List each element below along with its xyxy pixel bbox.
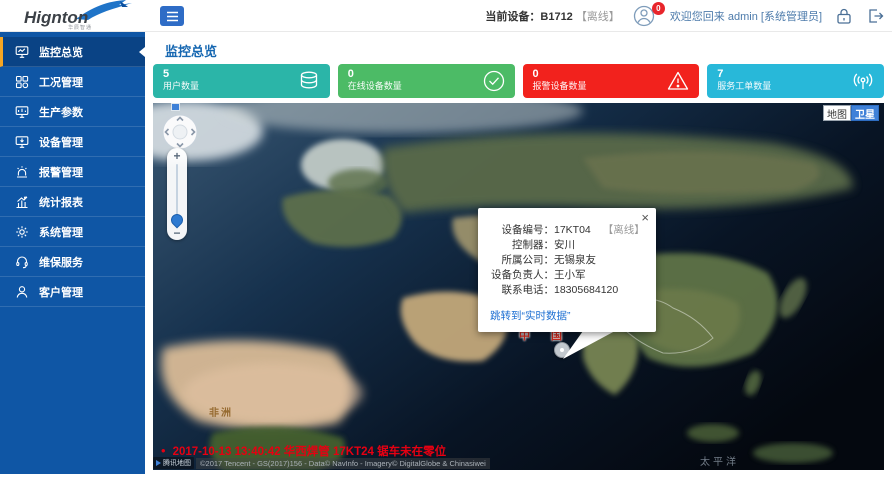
sidebar-item-label: 设备管理 [39,134,83,150]
user-menu-button[interactable]: 0 [633,5,657,27]
popup-row-value: 王小军 [554,268,646,283]
ticker-bullet-icon: • [161,446,166,456]
popup-row-value: 安川 [554,238,646,253]
sidebar-item-system-mgmt[interactable]: 系统管理 [0,217,145,247]
stat-cards-row: 5 用户数量 0 在线设备数量 0 报警设备数量 7 服务工单数量 [153,64,884,98]
stat-card-work-orders[interactable]: 7 服务工单数量 [707,64,884,98]
current-device-label: 当前设备：B1712 [485,11,572,23]
popup-row-label: 联系电话： [484,283,554,298]
topbar: Hignton 华辰智通 当前设备：B1712 【离线】 0 欢迎您回来 admi… [0,0,892,32]
map-type-toggle: 地图 卫星 [823,105,879,121]
close-icon[interactable]: × [641,212,649,224]
sidebar-item-label: 报警管理 [39,164,83,180]
logout-button[interactable] [866,7,884,25]
map-pan-control[interactable] [161,113,199,151]
tencent-arrow-icon [156,460,161,466]
database-icon [297,69,321,93]
map-label-pacific: 太平洋 [700,453,739,468]
brand-logo: Hignton 华辰智通 [16,1,141,31]
sidebar-item-label: 监控总览 [39,44,83,60]
popup-rows: 设备编号： 17KT04 【离线】 控制器： 安川 所属公司： 无锡泉友 设备负责… [478,208,656,298]
sidebar-item-condition-mgmt[interactable]: 工况管理 [0,67,145,97]
attribution-text: ©2017 Tencent - GS(2017)156 - Data© NavI… [196,458,490,469]
gear-icon [15,225,29,239]
topbar-right: 当前设备：B1712 【离线】 0 欢迎您回来 admin [系统管理员] [485,0,884,32]
popup-tail [478,331,618,361]
map-label-africa: 非洲 [209,404,233,419]
sidebar-item-label: 工况管理 [39,74,83,90]
brand-subtitle: 华辰智通 [68,24,92,31]
alarm-siren-icon [15,165,29,179]
sidebar-item-monitor-overview[interactable]: 监控总览 [0,37,145,67]
logout-icon [866,7,884,25]
popup-row-company: 所属公司： 无锡泉友 [484,253,646,268]
satellite-map[interactable]: + − 地图 卫星 中 国 非洲 太平洋 × 设备编号： 17KT04【离线】 … [153,103,884,470]
sidebar-item-device-mgmt[interactable]: 设备管理 [0,127,145,157]
device-id-value: 17KT04 [554,224,591,236]
overview-toggle-icon[interactable] [171,103,180,111]
tencent-logo-text: 腾讯地图 [163,458,191,468]
map-type-map-button[interactable]: 地图 [823,105,851,121]
sidebar-item-statistics-reports[interactable]: 统计报表 [0,187,145,217]
sidebar-item-alarm-mgmt[interactable]: 报警管理 [0,157,145,187]
broadcast-icon [851,69,875,93]
warning-triangle-icon [666,69,690,93]
map-type-satellite-button[interactable]: 卫星 [851,105,879,121]
active-wedge-icon [139,47,145,57]
popup-row-label: 控制器： [484,238,554,253]
person-icon [15,285,29,299]
popup-row-value: 17KT04 【离线】 [554,223,646,238]
sidebar-item-customer-mgmt[interactable]: 客户管理 [0,277,145,307]
sidebar-item-label: 系统管理 [39,224,83,240]
sidebar-nav: 监控总览 工况管理 生产参数 设备管理 报警管理 统计报表 系统管理 维保服务 … [0,32,145,474]
device-offline-status: 【离线】 [603,224,645,236]
popup-row-controller: 控制器： 安川 [484,238,646,253]
current-device: 当前设备：B1712 【离线】 [485,8,619,24]
welcome-text: 欢迎您回来 admin [系统管理员] [670,8,822,24]
popup-row-phone: 联系电话： 18305684120 [484,283,646,298]
sidebar-item-label: 客户管理 [39,284,83,300]
grid-icon [15,75,29,89]
device-info-popup: × 设备编号： 17KT04 【离线】 控制器： 安川 所属公司： 无锡泉友 设备… [478,208,656,332]
bar-chart-icon [15,195,29,209]
popup-row-value: 18305684120 [554,283,646,298]
sidebar-item-maintenance-service[interactable]: 维保服务 [0,247,145,277]
zoom-out-button[interactable]: − [167,226,187,240]
hamburger-icon [166,11,179,22]
monitor-icon [15,45,29,59]
lock-screen-button[interactable] [835,7,853,25]
sidebar-collapse-button[interactable] [160,6,184,26]
device-status: 【离线】 [576,11,620,23]
monitor-chart-icon [15,105,29,119]
headset-icon [15,255,29,269]
stat-card-online-devices[interactable]: 0 在线设备数量 [338,64,515,98]
map-zoom-slider[interactable]: + − [167,148,187,240]
popup-row-label: 所属公司： [484,253,554,268]
map-attribution: 腾讯地图 ©2017 Tencent - GS(2017)156 - Data©… [153,457,490,469]
notification-badge: 0 [652,2,665,15]
lock-icon [835,7,853,25]
popup-row-device-id: 设备编号： 17KT04 【离线】 [484,223,646,238]
stat-card-users[interactable]: 5 用户数量 [153,64,330,98]
popup-row-value: 无锡泉友 [554,253,646,268]
zoom-in-button[interactable]: + [167,149,187,163]
device-monitor-icon [15,135,29,149]
page-title: 监控总览 [165,41,217,60]
sidebar-item-label: 生产参数 [39,104,83,120]
popup-row-label: 设备负责人： [484,268,554,283]
sidebar-item-label: 统计报表 [39,194,83,210]
popup-row-label: 设备编号： [484,223,554,238]
realtime-data-link[interactable]: 跳转到“实时数据” [490,308,571,323]
check-circle-icon [482,69,506,93]
sidebar-item-label: 维保服务 [39,254,83,270]
sidebar-item-production-params[interactable]: 生产参数 [0,97,145,127]
tencent-map-logo: 腾讯地图 [153,457,194,469]
stat-card-alarm-devices[interactable]: 0 报警设备数量 [523,64,700,98]
popup-row-owner: 设备负责人： 王小军 [484,268,646,283]
